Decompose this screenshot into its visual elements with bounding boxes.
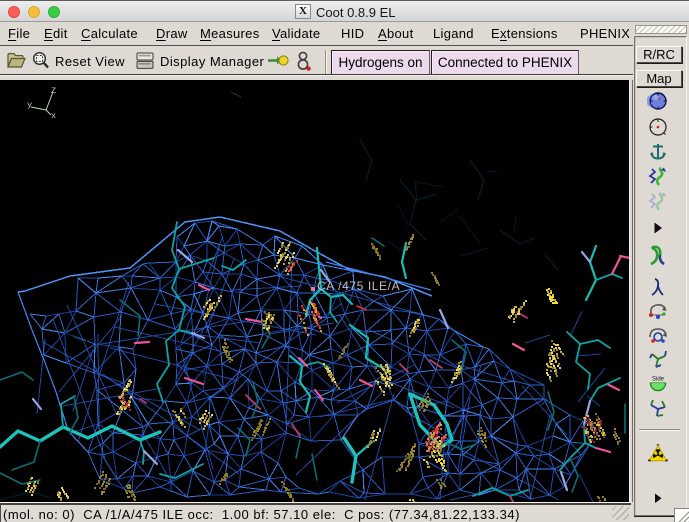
svg-text:y: y — [27, 100, 32, 110]
svg-text:CA /475 ILE/A: CA /475 ILE/A — [317, 279, 400, 293]
svg-text:Z: Z — [51, 86, 56, 96]
svg-text:Side: Side — [652, 376, 665, 382]
svg-text:x: x — [51, 111, 56, 121]
